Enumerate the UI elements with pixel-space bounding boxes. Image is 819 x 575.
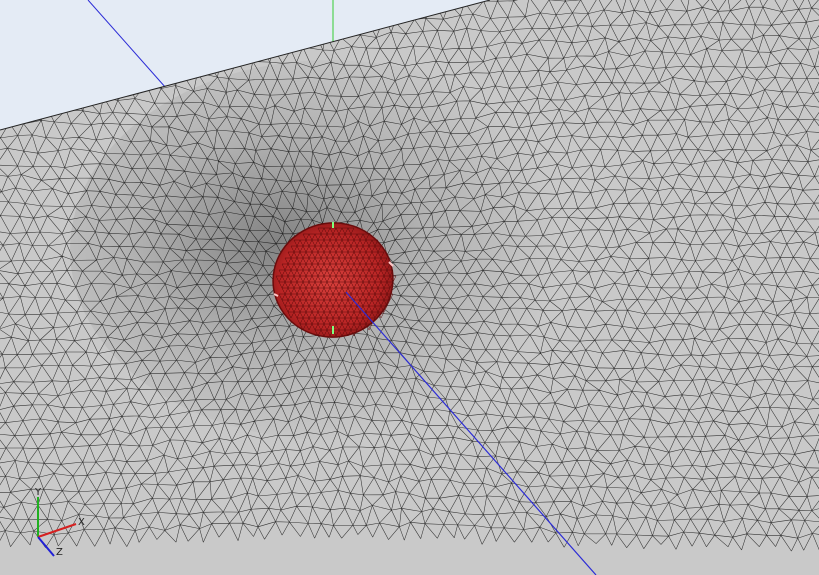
background-axis-line [87, 0, 167, 89]
mesh-surface[interactable] [0, 0, 819, 575]
triad-x-label: X [78, 517, 85, 528]
triad-z-label: Z [56, 547, 63, 558]
triad-y-label: Y [34, 487, 42, 498]
3d-viewport[interactable]: Y X Z [0, 0, 819, 575]
mesh-scene[interactable]: Y X Z [0, 0, 819, 575]
